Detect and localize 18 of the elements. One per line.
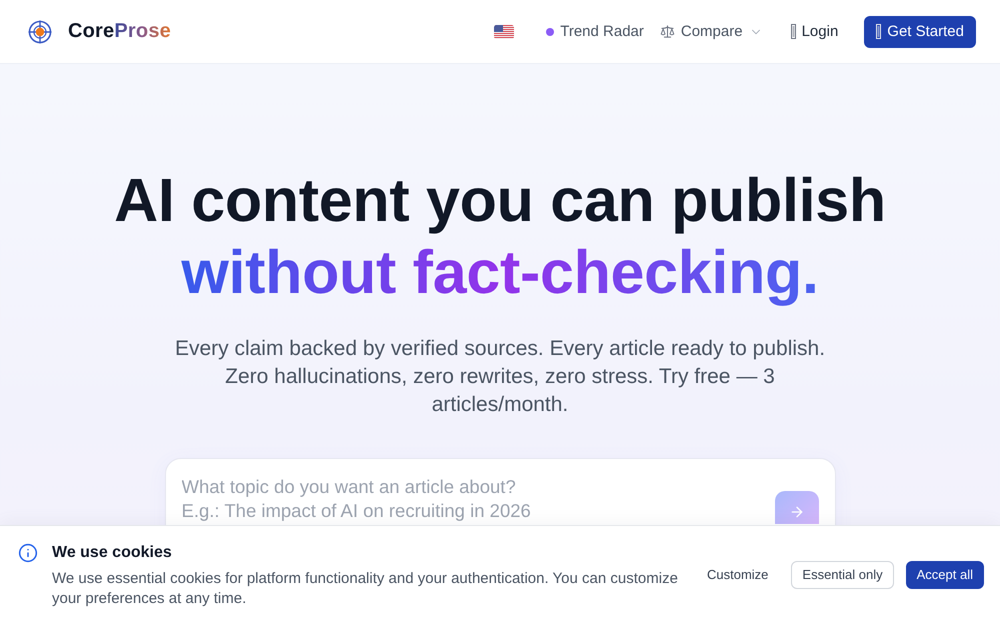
cookie-title: We use cookies [52, 542, 172, 562]
customize-button[interactable]: Customize [696, 560, 780, 588]
glyph-box-icon [790, 24, 796, 39]
essential-only-button[interactable]: Essential only [791, 560, 894, 588]
cookie-text: We use essential cookies for platform functionality and your authentication. You can customize your preferences at any time. [52, 568, 679, 608]
glyph-box-icon [876, 24, 882, 39]
brand-logo-link[interactable]: CoreProse [28, 20, 171, 44]
scale-icon [660, 24, 675, 39]
trend-link[interactable]: Trend Radar [538, 23, 652, 40]
status-dot-icon [546, 28, 554, 36]
hero-subtitle: Every claim backed by verified sources. Every article ready to publish. Zero hallucinations, zero rewrites, zero stress. Try free — 3 articles/month. [174, 336, 826, 418]
compare-dropdown[interactable]: Compare [652, 23, 771, 40]
flag-icon[interactable] [494, 24, 514, 38]
accept-all-button[interactable]: Accept all [906, 560, 984, 588]
get-started-button[interactable]: Get Started [864, 16, 976, 48]
info-icon [18, 542, 38, 562]
crosshair-logo-icon [28, 20, 52, 44]
login-link[interactable]: Login [782, 23, 846, 40]
